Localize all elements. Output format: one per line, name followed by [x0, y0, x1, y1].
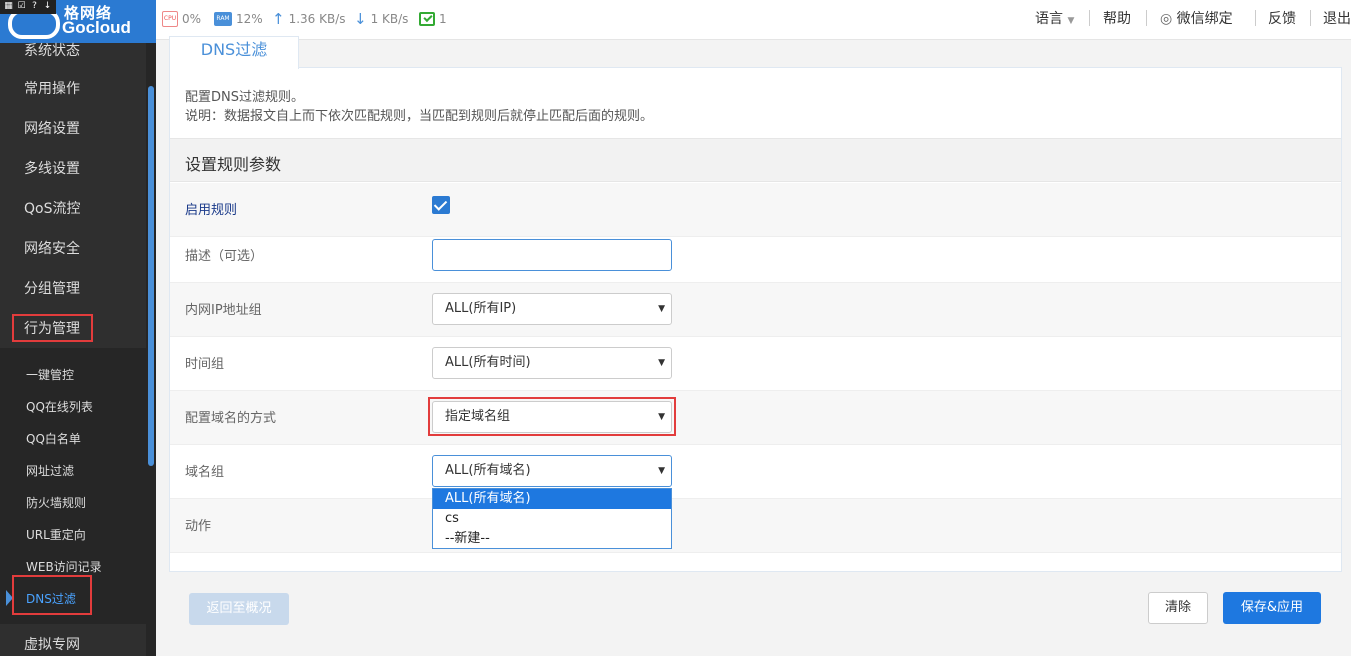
domain-group-value: ALL(所有域名): [445, 463, 531, 478]
highlight-box-behavior: [12, 314, 93, 342]
ram-value: 12%: [236, 12, 263, 26]
save-apply-button[interactable]: 保存&应用: [1223, 592, 1321, 624]
sidebar-item-common-ops[interactable]: 常用操作: [24, 79, 80, 99]
submenu-item-firewall[interactable]: 防火墙规则: [26, 494, 86, 512]
upload-stat: ↑ 1.36 KB/s: [272, 10, 346, 28]
sidebar-item-multiline[interactable]: 多线设置: [24, 159, 80, 179]
form-row-action: 动作: [170, 499, 1341, 553]
dropdown-option[interactable]: ALL(所有域名): [433, 489, 671, 509]
system-tray: ▦ ☑ ? ↓: [0, 0, 56, 14]
dropdown-option[interactable]: cs: [433, 509, 671, 529]
select-arrow-icon: ▼: [658, 304, 665, 314]
sidebar-item-qos[interactable]: QoS流控: [24, 199, 80, 219]
section-header: 设置规则参数: [170, 138, 1341, 182]
description-input[interactable]: [432, 239, 672, 271]
time-group-select[interactable]: ALL(所有时间) ▼: [432, 347, 672, 379]
download-icon: ↓: [43, 1, 52, 11]
description-label: 描述（可选）: [185, 249, 264, 264]
download-arrow-icon: ↓: [354, 10, 367, 28]
sidebar-scrollbar-thumb[interactable]: [148, 86, 154, 466]
domain-mode-label: 配置域名的方式: [185, 411, 277, 426]
dropdown-option[interactable]: --新建--: [433, 529, 671, 549]
form-row-domain-mode: 配置域名的方式: [170, 391, 1341, 445]
language-menu[interactable]: 语言 ▼: [1035, 10, 1074, 28]
wechat-bind-label: 微信绑定: [1176, 11, 1233, 27]
select-arrow-icon: ▼: [658, 466, 665, 476]
form-row-ip-group: 内网IP地址组: [170, 283, 1341, 337]
form-row-domain-group: 域名组: [170, 445, 1341, 499]
monitor-check-icon: [419, 12, 435, 26]
highlight-box-dns: [12, 575, 92, 615]
divider: [1089, 10, 1090, 26]
action-label: 动作: [185, 519, 212, 534]
upload-value: 1.36 KB/s: [288, 12, 346, 26]
brand-name-en: Gocloud: [62, 18, 131, 37]
wechat-icon: ◎: [1160, 11, 1173, 27]
time-group-label: 时间组: [185, 357, 225, 372]
cpu-icon: CPU: [162, 11, 178, 27]
highlight-box-domain-mode: [428, 397, 676, 436]
submenu-item-qq-whitelist[interactable]: QQ白名单: [26, 430, 81, 448]
submenu-item-qq-online[interactable]: QQ在线列表: [26, 398, 93, 416]
form-row-time-group: 时间组: [170, 337, 1341, 391]
ram-stat: RAM 12%: [214, 10, 263, 28]
back-to-overview-button[interactable]: 返回至概况: [189, 593, 289, 625]
chevron-down-icon: ▼: [1067, 16, 1075, 26]
divider: [1310, 10, 1311, 26]
help-link[interactable]: 帮助: [1103, 10, 1131, 28]
sidebar-item-system-status[interactable]: 系统状态: [24, 40, 80, 60]
form-row-description: 描述（可选）: [170, 229, 1341, 283]
submenu-item-web-log[interactable]: WEB访问记录: [26, 558, 102, 576]
divider: [1255, 10, 1256, 26]
language-label: 语言: [1035, 11, 1063, 27]
divider: [1146, 10, 1147, 26]
domain-group-select[interactable]: ALL(所有域名) ▼: [432, 455, 672, 487]
tab-divider: [169, 67, 1342, 68]
time-group-value: ALL(所有时间): [445, 355, 531, 370]
enable-checkbox[interactable]: [432, 196, 450, 214]
help-icon: ?: [32, 1, 37, 11]
page-note: 说明：数据报文自上而下依次匹配规则，当匹配到规则后就停止匹配后面的规则。: [185, 109, 654, 124]
submenu-item-url-redirect[interactable]: URL重定向: [26, 526, 86, 544]
wechat-bind-link[interactable]: ◎ 微信绑定: [1160, 10, 1233, 28]
submenu-item-url-filter[interactable]: 网址过滤: [26, 462, 74, 480]
page-description: 配置DNS过滤规则。: [185, 90, 304, 105]
submenu-item-quick-control[interactable]: 一键管控: [26, 366, 74, 384]
sidebar-item-vpn[interactable]: 虚拟专网: [24, 635, 80, 655]
cpu-stat: CPU 0%: [162, 10, 201, 28]
ip-group-label: 内网IP地址组: [185, 303, 262, 318]
sidebar-item-security[interactable]: 网络安全: [24, 239, 80, 259]
cpu-value: 0%: [182, 12, 202, 26]
select-arrow-icon: ▼: [658, 358, 665, 368]
ip-group-select[interactable]: ALL(所有IP) ▼: [432, 293, 672, 325]
online-stat: 1: [419, 10, 447, 28]
clear-button[interactable]: 清除: [1148, 592, 1208, 624]
tab-dns-filter[interactable]: DNS过滤: [169, 36, 299, 69]
download-value: 1 KB/s: [370, 12, 409, 26]
ram-icon: RAM: [214, 12, 232, 26]
download-stat: ↓ 1 KB/s: [354, 10, 408, 28]
logout-link[interactable]: 退出: [1323, 10, 1351, 28]
domain-group-dropdown: ALL(所有域名) cs --新建--: [432, 488, 672, 549]
enable-label: 启用规则: [185, 203, 238, 218]
online-count: 1: [439, 12, 447, 26]
sidebar-item-network[interactable]: 网络设置: [24, 119, 80, 139]
section-title: 设置规则参数: [185, 155, 282, 174]
feedback-link[interactable]: 反馈: [1268, 10, 1296, 28]
ip-group-value: ALL(所有IP): [445, 301, 517, 316]
upload-arrow-icon: ↑: [272, 10, 285, 28]
sidebar-item-groups[interactable]: 分组管理: [24, 279, 80, 299]
grid-icon: ▦: [4, 1, 13, 11]
check-icon: ☑: [17, 1, 26, 11]
domain-group-label: 域名组: [185, 465, 225, 480]
